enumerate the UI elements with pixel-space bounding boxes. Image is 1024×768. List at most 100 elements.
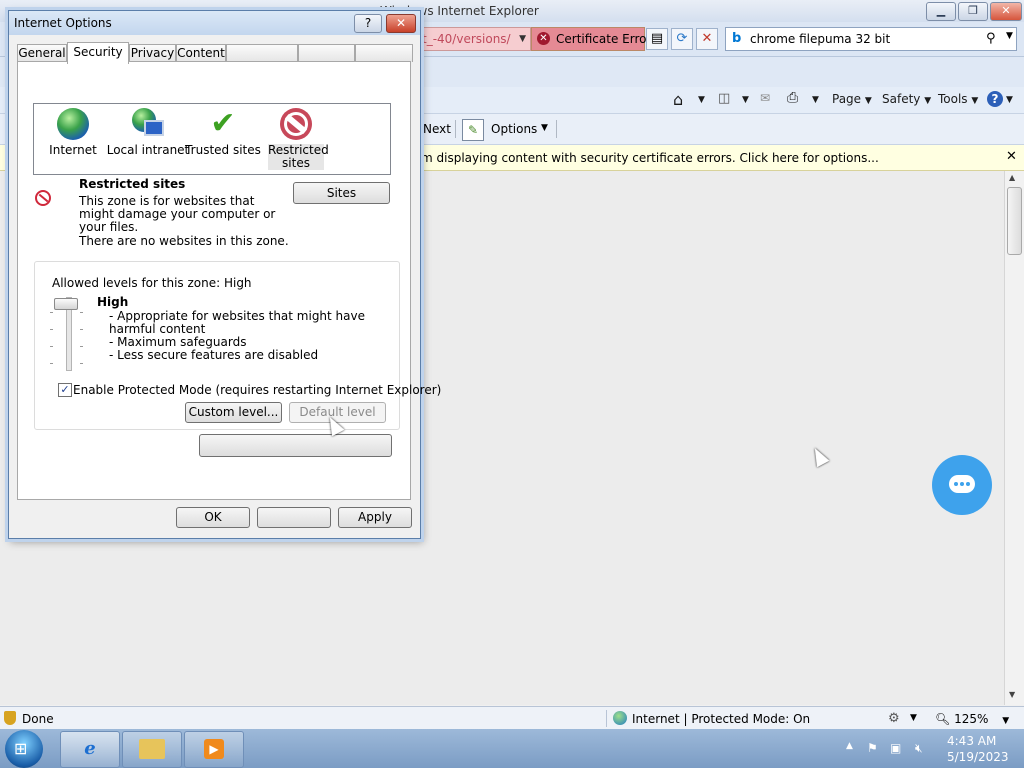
- clock-date[interactable]: 5/19/2023: [947, 750, 1009, 764]
- zone-sites-note: There are no websites in this zone.: [79, 234, 289, 248]
- tab-programs[interactable]: [298, 44, 355, 62]
- show-hidden-icons[interactable]: ▲: [846, 741, 853, 751]
- custom-level-button[interactable]: Custom level...: [185, 402, 282, 423]
- mail-icon[interactable]: ✉: [760, 91, 770, 105]
- ie-close-button[interactable]: ✕: [990, 2, 1022, 21]
- zone-restricted-sites[interactable]: Restricted sites: [268, 108, 329, 170]
- print-icon[interactable]: ⎙: [787, 90, 798, 106]
- search-icon[interactable]: ⚲: [986, 31, 996, 46]
- checkmark-icon: ✔: [210, 106, 236, 141]
- highlight-icon: ✎: [462, 119, 484, 141]
- tab-content[interactable]: Content: [176, 44, 226, 62]
- compatibility-view-icon[interactable]: ▤: [646, 28, 668, 50]
- zone-trusted-sites[interactable]: ✔ Trusted sites: [184, 108, 262, 157]
- ok-button[interactable]: OK: [176, 507, 250, 528]
- vertical-scrollbar[interactable]: ▲ ▼: [1004, 171, 1024, 705]
- taskbar-media-button[interactable]: ▶: [184, 731, 244, 768]
- cert-error-icon: ✕: [537, 32, 550, 45]
- scrollbar-thumb[interactable]: [1007, 187, 1022, 255]
- popup-dropdown-icon[interactable]: ▼: [910, 713, 917, 723]
- find-options-button[interactable]: ✎ Options ▼: [461, 118, 553, 141]
- page-menu-label: Page: [832, 92, 862, 106]
- page-menu[interactable]: Page ▼: [832, 92, 872, 106]
- certificate-error-button[interactable]: ✕ Certificate Error: [531, 27, 651, 51]
- security-level-slider-thumb[interactable]: [54, 298, 78, 310]
- search-box[interactable]: b chrome filepuma 32 bit ⚲ ▼: [725, 27, 1017, 51]
- zone-list: Internet Local intranet ✔ Trusted sites …: [33, 103, 391, 175]
- tab-general[interactable]: General: [17, 44, 67, 62]
- home-icon[interactable]: ⌂: [673, 90, 683, 109]
- security-level-caption: Allowed levels for this zone: High: [52, 276, 252, 290]
- protected-mode-checkbox[interactable]: ✓: [58, 383, 72, 397]
- minimize-button[interactable]: ▁: [926, 2, 956, 21]
- tab-privacy[interactable]: Privacy: [129, 44, 176, 62]
- level-detail-line: - Less secure features are disabled: [109, 348, 319, 362]
- popup-blocker-icon[interactable]: ⚙: [888, 711, 900, 726]
- system-tray: ▲ ⚑ ▣ 🔇︎ 4:43 AM 5/19/2023: [843, 731, 1024, 766]
- volume-muted-icon[interactable]: 🔇︎: [915, 741, 923, 756]
- restricted-zone-icon: [35, 190, 51, 206]
- safety-menu[interactable]: Safety ▼: [882, 92, 931, 106]
- tab-advanced[interactable]: [355, 44, 413, 62]
- feeds-dropdown-icon[interactable]: ▼: [742, 95, 749, 105]
- address-bar[interactable]: t_-40/versions/ ▼: [421, 27, 531, 51]
- help-dropdown-icon[interactable]: ▼: [1006, 95, 1013, 105]
- sites-button[interactable]: Sites: [293, 182, 390, 204]
- zone-status-text: Internet | Protected Mode: On: [632, 712, 811, 726]
- home-dropdown-icon[interactable]: ▼: [698, 95, 705, 105]
- dialog-help-button[interactable]: ?: [354, 14, 382, 33]
- print-dropdown-icon[interactable]: ▼: [812, 95, 819, 105]
- tab-connections[interactable]: [226, 44, 298, 62]
- cert-error-label: Certificate Error: [556, 32, 652, 46]
- infobar-close-icon[interactable]: ✕: [1006, 149, 1017, 164]
- chat-button[interactable]: [932, 455, 992, 515]
- dialog-close-button[interactable]: ✕: [386, 14, 416, 33]
- zone-description: This zone is for websites that might dam…: [79, 194, 276, 234]
- zoom-icon: 🔍︎: [935, 712, 951, 726]
- tools-menu-label: Tools: [938, 92, 968, 106]
- help-icon[interactable]: ?: [987, 91, 1003, 107]
- dialog-tabs: General Security Privacy Content: [17, 42, 413, 64]
- status-text: Done: [22, 712, 54, 726]
- scroll-down-icon[interactable]: ▼: [1009, 690, 1015, 699]
- taskbar-ie-button[interactable]: e: [60, 731, 120, 768]
- address-text: t_-40/versions/: [422, 32, 511, 46]
- dialog-title-bar[interactable]: Internet Options ? ✕: [9, 11, 420, 35]
- network-icon[interactable]: ▣: [890, 741, 901, 755]
- start-button[interactable]: ⊞: [5, 730, 43, 768]
- find-options-label: Options: [491, 122, 538, 136]
- infobar-message[interactable]: m displaying content with security certi…: [421, 151, 879, 165]
- tools-menu[interactable]: Tools ▼: [938, 92, 978, 106]
- feeds-icon[interactable]: ◫: [718, 91, 730, 106]
- zone-internet[interactable]: Internet: [34, 108, 112, 157]
- maximize-button[interactable]: ❐: [958, 2, 988, 21]
- reset-all-zones-button[interactable]: [199, 434, 392, 457]
- zone-label: Restricted sites: [268, 143, 329, 170]
- windows-logo-icon: ⊞: [14, 739, 28, 758]
- search-input[interactable]: chrome filepuma 32 bit: [750, 32, 890, 46]
- stop-icon[interactable]: ✕: [696, 28, 718, 50]
- address-dropdown-icon[interactable]: ▼: [519, 28, 526, 50]
- find-next-button[interactable]: Next: [423, 122, 451, 136]
- protected-mode-label[interactable]: Enable Protected Mode (requires restarti…: [73, 383, 441, 397]
- refresh-icon[interactable]: ⟳: [671, 28, 693, 50]
- shield-icon: [4, 711, 16, 725]
- tab-security[interactable]: Security: [67, 42, 129, 64]
- cancel-button[interactable]: [257, 507, 331, 528]
- zone-label: Trusted sites: [185, 143, 261, 157]
- scroll-up-icon[interactable]: ▲: [1009, 173, 1015, 182]
- action-center-icon[interactable]: ⚑: [867, 741, 878, 755]
- zone-title: Restricted sites: [79, 177, 186, 191]
- zone-label: Local intranet: [106, 143, 190, 157]
- search-dropdown-icon[interactable]: ▼: [1006, 31, 1013, 41]
- taskbar-explorer-button[interactable]: [122, 731, 182, 768]
- apply-button[interactable]: Apply: [338, 507, 412, 528]
- restricted-icon: [280, 108, 312, 140]
- zone-local-intranet[interactable]: Local intranet: [106, 108, 190, 157]
- zoom-control[interactable]: 🔍︎ 125% ▼: [935, 712, 1009, 726]
- internet-explorer-icon: e: [84, 738, 96, 759]
- zone-label: Internet: [49, 143, 97, 157]
- clock-time[interactable]: 4:43 AM: [947, 734, 996, 748]
- safety-menu-label: Safety: [882, 92, 921, 106]
- bing-icon: b: [732, 31, 742, 46]
